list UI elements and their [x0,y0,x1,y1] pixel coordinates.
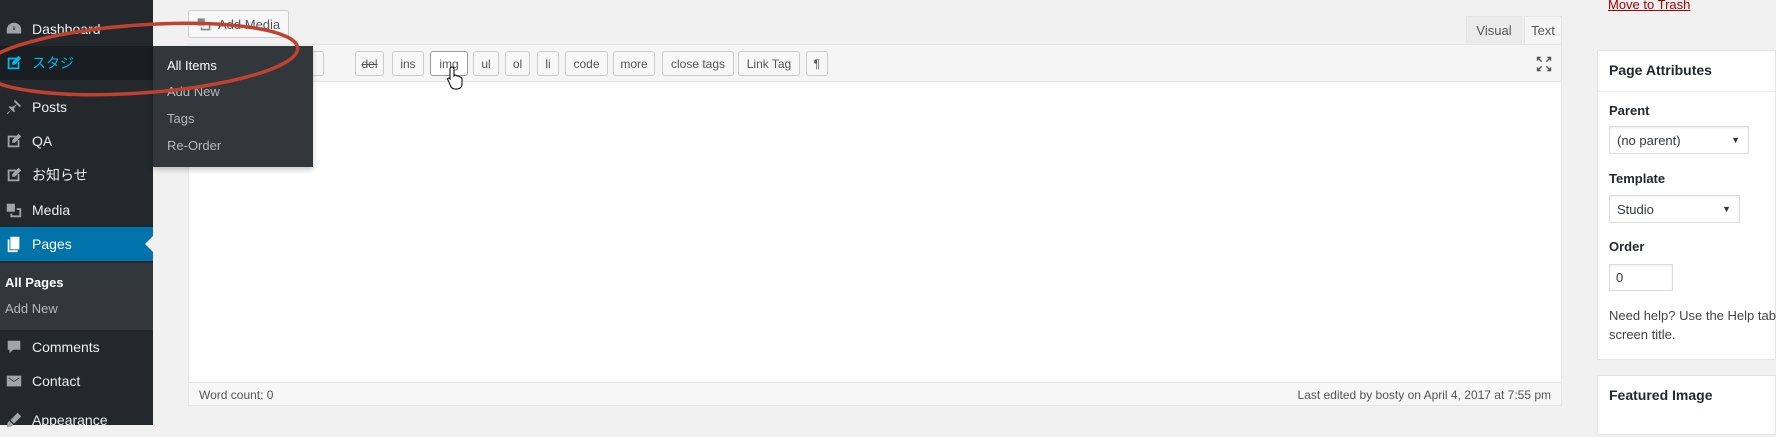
add-media-button[interactable]: Add Media [188,10,289,38]
quicktag-li[interactable]: li [537,51,559,76]
tab-text[interactable]: Text [1524,16,1562,44]
edit-icon [4,53,24,73]
page-attributes-title: Page Attributes [1609,62,1712,78]
parent-select[interactable]: (no parent) ▼ [1609,126,1749,154]
divider [1598,91,1775,92]
menu-item-dashboard[interactable]: Dashboard [0,12,153,46]
quicktag-close-tags[interactable]: close tags [662,51,734,76]
quicktag-more[interactable]: more [613,51,655,76]
menu-item-label: Appearance [32,412,108,428]
menu-item-label: QA [32,133,53,149]
editor-status-bar: Word count: 0 Last edited by bosty on Ap… [189,382,1561,405]
edit-icon [4,165,24,185]
distraction-free-icon[interactable] [1535,55,1553,73]
submenu-add-new[interactable]: Add New [5,301,58,316]
flyout-all-items[interactable]: All Items [167,58,217,73]
submenu-all-pages[interactable]: All Pages [5,275,64,290]
menu-item-pages[interactable]: Pages [0,227,153,261]
quicktag-link-tag[interactable]: Link Tag [738,51,800,76]
quicktag-del[interactable]: del [355,51,384,76]
menu-item-label: Media [32,202,71,218]
tab-visual[interactable]: Visual [1466,16,1522,44]
quicktag-ul[interactable]: ul [473,51,499,76]
comments-icon [4,337,24,357]
menu-item-label: Pages [32,236,72,252]
template-select[interactable]: Studio ▼ [1609,195,1740,223]
quicktag-code[interactable]: code [565,51,608,76]
appearance-icon [4,410,24,430]
pin-icon [4,97,24,117]
admin-sidebar: Dashboard スタジ Posts QA お知らせ Media Pages … [0,0,153,428]
edit-icon [4,131,24,151]
menu-item-appearance[interactable]: Appearance [0,403,153,437]
template-select-value: Studio [1617,201,1654,217]
page-attributes-box: Page Attributes Parent (no parent) ▼ Tem… [1597,50,1776,360]
menu-item-label: Posts [32,99,68,115]
hand-cursor-icon [447,66,463,90]
menu-item-label: Dashboard [32,21,101,37]
pages-icon [4,234,24,254]
last-edited: Last edited by bosty on April 4, 2017 at… [1297,388,1552,402]
order-label: Order [1609,239,1645,254]
menu-item-label: スタジ [32,55,74,71]
chevron-down-icon: ▼ [1731,135,1740,145]
flyout-tags[interactable]: Tags [167,111,194,126]
flyout-add-new[interactable]: Add New [167,84,220,99]
media-icon [4,200,24,220]
menu-item-qa[interactable]: QA [0,124,153,158]
flyout-re-order[interactable]: Re-Order [167,138,221,153]
chevron-down-icon: ▼ [1722,204,1731,214]
menu-item-comments[interactable]: Comments [0,330,153,364]
menu-item-studio[interactable]: スタジ [0,46,153,80]
menu-item-news[interactable]: お知らせ [0,158,153,192]
dashboard-icon [4,19,24,39]
order-input[interactable]: 0 [1609,264,1673,291]
menu-item-media[interactable]: Media [0,193,153,227]
quicktag-del-label: del [361,56,378,71]
quicktag-ins[interactable]: ins [392,51,424,76]
menu-item-label: Contact [32,373,81,389]
media-icon [196,15,214,33]
help-text: Need help? Use the Help tab screen title… [1609,308,1776,342]
quicktag-paragraph[interactable]: ¶ [806,51,828,76]
move-to-trash-link[interactable]: Move to Trash [1608,0,1690,12]
quicktag-ol[interactable]: ol [505,51,530,76]
parent-select-value: (no parent) [1617,132,1681,148]
menu-item-label: お知らせ [32,167,88,183]
menu-item-label: Comments [32,339,100,355]
word-count: Word count: 0 [199,388,274,402]
menu-item-contact[interactable]: Contact [0,364,153,398]
text-editor: quote del ins img ul ol li code more clo… [188,44,1562,406]
add-media-label: Add Media [218,16,281,32]
featured-image-box: Featured Image [1597,375,1776,435]
studio-flyout-menu: All Items Add New Tags Re-Order [153,46,313,167]
quicktags-toolbar: quote del ins img ul ol li code more clo… [189,45,1561,82]
template-label: Template [1609,171,1666,186]
mail-icon [4,371,24,391]
parent-label: Parent [1609,103,1650,118]
featured-image-title: Featured Image [1609,387,1713,403]
content-textarea[interactable] [189,82,1561,384]
menu-item-posts[interactable]: Posts [0,90,153,124]
pages-submenu: All Pages Add New [0,263,153,330]
